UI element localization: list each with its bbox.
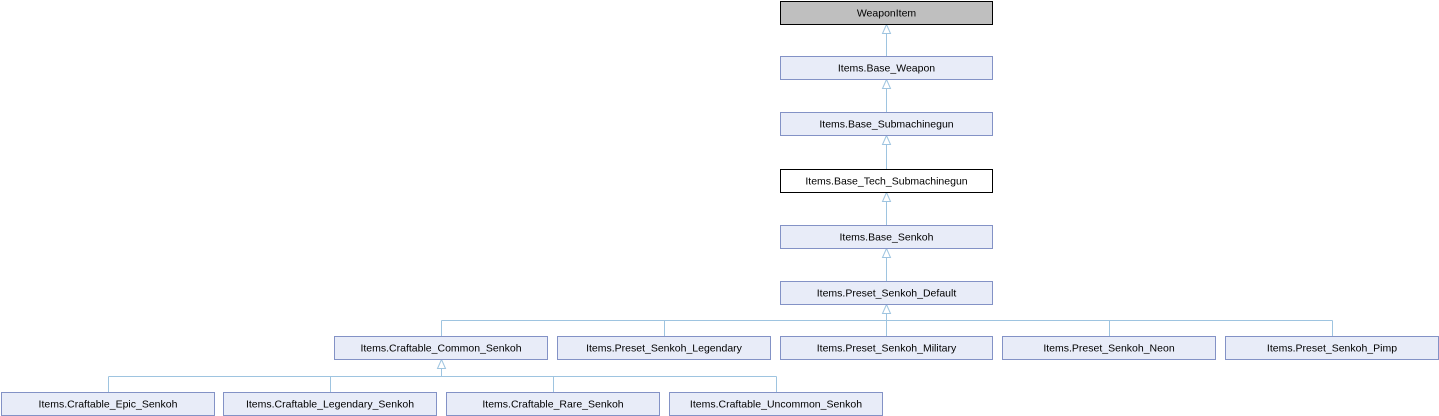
class-label: WeaponItem	[857, 8, 917, 20]
class-label: Items.Preset_Senkoh_Legendary	[586, 343, 743, 355]
class-label: Items.Preset_Senkoh_Neon	[1043, 343, 1174, 355]
edge-base-tech-submachinegun	[881, 191, 892, 225]
class-node-base-tech-submachinegun: Items.Base_Tech_Submachinegun	[780, 169, 993, 193]
class-node-craftable-common-senkoh[interactable]: Items.Craftable_Common_Senkoh	[334, 336, 548, 360]
inheritance-arrow-icon	[881, 247, 892, 258]
class-node-craftable-legendary-senkoh[interactable]: Items.Craftable_Legendary_Senkoh	[223, 392, 437, 416]
class-label: Items.Craftable_Epic_Senkoh	[39, 399, 178, 411]
class-label: Items.Base_Submachinegun	[819, 119, 953, 131]
class-node-preset-senkoh-neon[interactable]: Items.Preset_Senkoh_Neon	[1002, 336, 1216, 360]
class-node-preset-senkoh-legendary[interactable]: Items.Preset_Senkoh_Legendary	[557, 336, 771, 360]
inheritance-diagram: WeaponItem Items.Base_Weapon Items.Base_Su…	[1, 1, 1439, 416]
inheritance-arrow-icon	[881, 303, 892, 314]
class-label: Items.Base_Tech_Submachinegun	[805, 176, 967, 188]
class-node-craftable-uncommon-senkoh[interactable]: Items.Craftable_Uncommon_Senkoh	[669, 392, 883, 416]
class-node-craftable-epic-senkoh[interactable]: Items.Craftable_Epic_Senkoh	[1, 392, 215, 416]
class-label: Items.Preset_Senkoh_Military	[817, 343, 957, 355]
edge-base-submachinegun	[881, 134, 892, 169]
class-node-weaponitem: WeaponItem	[780, 1, 993, 25]
edge-base-weapon	[881, 78, 892, 112]
edge-base-senkoh	[881, 247, 892, 281]
inheritance-arrow-icon	[881, 191, 892, 202]
class-label: Items.Craftable_Legendary_Senkoh	[246, 399, 414, 411]
class-node-base-weapon[interactable]: Items.Base_Weapon	[780, 56, 993, 80]
class-label: Items.Craftable_Uncommon_Senkoh	[690, 399, 862, 411]
class-node-base-senkoh[interactable]: Items.Base_Senkoh	[780, 225, 993, 249]
edge-craftable-common-senkoh	[108, 358, 777, 392]
edge-preset-senkoh-default	[441, 303, 1333, 336]
class-label: Items.Base_Weapon	[838, 63, 935, 75]
class-label: Items.Base_Senkoh	[840, 232, 934, 244]
class-label: Items.Craftable_Common_Senkoh	[360, 343, 521, 355]
class-node-preset-senkoh-military[interactable]: Items.Preset_Senkoh_Military	[780, 336, 993, 360]
class-node-base-submachinegun[interactable]: Items.Base_Submachinegun	[780, 112, 993, 136]
class-label: Items.Preset_Senkoh_Pimp	[1267, 343, 1397, 355]
edge-weaponitem	[881, 23, 892, 56]
nodes-layer: WeaponItem Items.Base_Weapon Items.Base_Su…	[1, 1, 1439, 416]
inheritance-arrow-icon	[881, 23, 892, 34]
class-node-preset-senkoh-pimp[interactable]: Items.Preset_Senkoh_Pimp	[1225, 336, 1439, 360]
inheritance-arrow-icon	[436, 358, 447, 369]
class-label: Items.Preset_Senkoh_Default	[817, 288, 957, 300]
class-label: Items.Craftable_Rare_Senkoh	[482, 399, 623, 411]
class-node-preset-senkoh-default[interactable]: Items.Preset_Senkoh_Default	[780, 281, 993, 305]
class-node-craftable-rare-senkoh[interactable]: Items.Craftable_Rare_Senkoh	[446, 392, 660, 416]
inheritance-arrow-icon	[881, 134, 892, 145]
inheritance-arrow-icon	[881, 78, 892, 89]
